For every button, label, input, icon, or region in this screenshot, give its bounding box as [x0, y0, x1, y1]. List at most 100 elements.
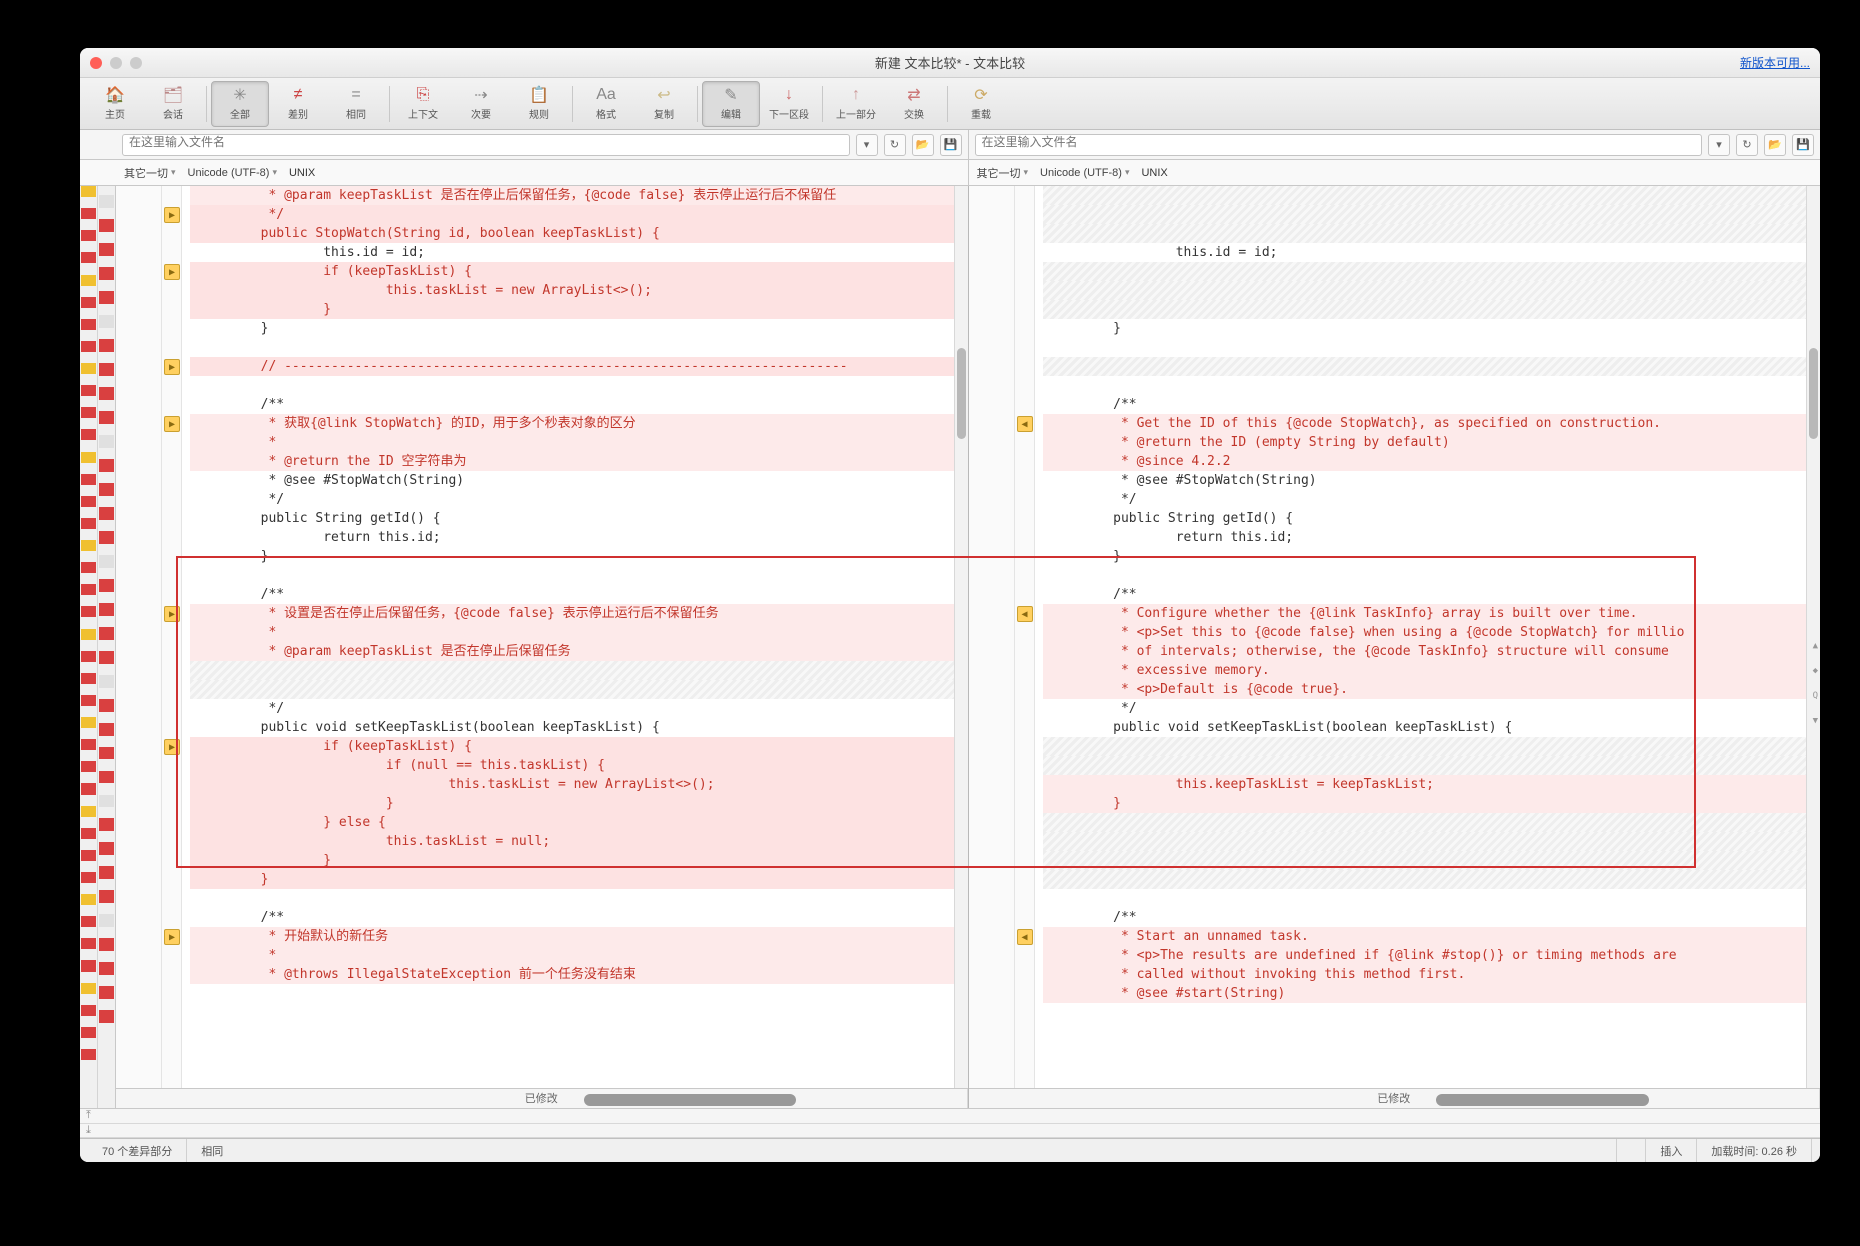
code-line[interactable]: * @throws IllegalStateException 前一个任务没有结… [190, 965, 954, 984]
toolbar-swap-button[interactable]: ⇄交换 [885, 81, 943, 127]
toolbar-diff-button[interactable]: ≠差别 [269, 81, 327, 127]
code-line[interactable]: } else { [190, 813, 954, 832]
code-line[interactable]: /** [190, 585, 954, 604]
code-line[interactable] [1043, 813, 1807, 832]
code-line[interactable] [1043, 889, 1807, 908]
code-line[interactable] [1043, 870, 1807, 889]
code-line[interactable]: * [190, 623, 954, 642]
code-line[interactable] [1043, 376, 1807, 395]
code-line[interactable]: } [190, 794, 954, 813]
code-line[interactable]: this.id = id; [1043, 243, 1807, 262]
toolbar-reload-button[interactable]: ⟳重载 [952, 81, 1010, 127]
code-line[interactable]: * 开始默认的新任务 [190, 927, 954, 946]
toolbar-prev-button[interactable]: ↑上一部分 [827, 81, 885, 127]
toolbar-next-button[interactable]: ↓下一区段 [760, 81, 818, 127]
toolbar-rules-button[interactable]: 📋规则 [510, 81, 568, 127]
merge-left-icon[interactable]: ⤒ [86, 1109, 91, 1122]
code-line[interactable] [1043, 186, 1807, 205]
diff-arrow-icon[interactable]: ▶ [164, 264, 180, 280]
left-open-icon[interactable]: 📂 [912, 134, 934, 156]
diff-arrow-icon[interactable]: ◀ [1017, 929, 1033, 945]
left-file-input[interactable] [122, 134, 850, 156]
code-line[interactable]: public void setKeepTaskList(boolean keep… [190, 718, 954, 737]
left-file-field[interactable] [129, 135, 843, 149]
code-line[interactable]: if (keepTaskList) { [190, 737, 954, 756]
code-line[interactable]: * @return the ID 空字符串为 [190, 452, 954, 471]
toolbar-context-button[interactable]: ⎘上下文 [394, 81, 452, 127]
left-scrollbar[interactable] [954, 186, 968, 1088]
code-line[interactable]: * @see #StopWatch(String) [1043, 471, 1807, 490]
code-line[interactable]: * Start an unnamed task. [1043, 927, 1807, 946]
code-line[interactable] [1043, 338, 1807, 357]
code-line[interactable]: * Get the ID of this {@code StopWatch}, … [1043, 414, 1807, 433]
right-file-field[interactable] [982, 135, 1696, 149]
left-dropdown-icon[interactable]: ▾ [856, 134, 878, 156]
code-line[interactable]: * Configure whether the {@link TaskInfo}… [1043, 604, 1807, 623]
toolbar-edit-button[interactable]: ✎编辑 [702, 81, 760, 127]
code-line[interactable] [1043, 832, 1807, 851]
toolbar-all-button[interactable]: ✳全部 [211, 81, 269, 127]
left-h-scrollbar[interactable] [584, 1094, 797, 1106]
right-file-input[interactable] [975, 134, 1703, 156]
code-line[interactable]: * @param keepTaskList 是否在停止后保留任务 [190, 642, 954, 661]
code-line[interactable]: */ [190, 205, 954, 224]
toolbar-same-button[interactable]: =相同 [327, 81, 385, 127]
code-line[interactable]: */ [1043, 490, 1807, 509]
code-line[interactable]: * [190, 946, 954, 965]
code-line[interactable]: return this.id; [190, 528, 954, 547]
code-line[interactable]: this.id = id; [190, 243, 954, 262]
code-line[interactable]: /** [190, 908, 954, 927]
code-line[interactable]: * <p>Set this to {@code false} when usin… [1043, 623, 1807, 642]
code-line[interactable]: this.taskList = new ArrayList<>(); [190, 775, 954, 794]
code-line[interactable] [1043, 357, 1807, 376]
code-line[interactable]: * of intervals; otherwise, the {@code Ta… [1043, 642, 1807, 661]
code-line[interactable] [1043, 205, 1807, 224]
toolbar-copy-button[interactable]: ↩复制 [635, 81, 693, 127]
code-line[interactable]: * [190, 433, 954, 452]
toolbar-session-button[interactable]: 🗂会话 [144, 81, 202, 127]
code-line[interactable]: * <p>The results are undefined if {@link… [1043, 946, 1807, 965]
code-line[interactable] [1043, 224, 1807, 243]
code-line[interactable]: /** [190, 395, 954, 414]
code-line[interactable]: // -------------------------------------… [190, 357, 954, 376]
left-filter-other[interactable]: 其它一切 [124, 165, 176, 181]
diff-arrow-icon[interactable]: ◀ [1017, 416, 1033, 432]
code-line[interactable]: * @see #StopWatch(String) [190, 471, 954, 490]
code-line[interactable] [190, 889, 954, 908]
code-line[interactable] [190, 661, 954, 680]
code-line[interactable]: public StopWatch(String id, boolean keep… [190, 224, 954, 243]
diff-arrow-icon[interactable]: ▶ [164, 606, 180, 622]
code-line[interactable]: this.taskList = null; [190, 832, 954, 851]
diff-arrow-icon[interactable]: ◀ [1017, 606, 1033, 622]
left-code-area[interactable]: * @param keepTaskList 是否在停止后保留任务，{@code … [116, 186, 968, 1088]
code-line[interactable]: public String getId() { [190, 509, 954, 528]
code-line[interactable]: } [190, 300, 954, 319]
code-line[interactable] [1043, 851, 1807, 870]
code-line[interactable]: if (null == this.taskList) { [190, 756, 954, 775]
code-line[interactable] [1043, 262, 1807, 281]
code-line[interactable] [190, 338, 954, 357]
code-line[interactable]: * 设置是否在停止后保留任务，{@code false} 表示停止运行后不保留任… [190, 604, 954, 623]
code-line[interactable]: if (keepTaskList) { [190, 262, 954, 281]
diff-arrow-icon[interactable]: ▶ [164, 207, 180, 223]
toolbar-format-button[interactable]: Aa格式 [577, 81, 635, 127]
code-line[interactable]: * @since 4.2.2 [1043, 452, 1807, 471]
code-line[interactable] [190, 566, 954, 585]
code-line[interactable]: public String getId() { [1043, 509, 1807, 528]
code-line[interactable] [1043, 737, 1807, 756]
diff-arrow-icon[interactable]: ▶ [164, 929, 180, 945]
code-line[interactable] [1043, 756, 1807, 775]
diff-arrow-icon[interactable]: ▶ [164, 739, 180, 755]
code-line[interactable]: } [1043, 547, 1807, 566]
right-h-scrollbar[interactable] [1436, 1094, 1649, 1106]
code-line[interactable]: */ [1043, 699, 1807, 718]
code-line[interactable]: } [1043, 794, 1807, 813]
right-filter-other[interactable]: 其它一切 [977, 165, 1029, 181]
right-filter-encoding[interactable]: Unicode (UTF-8) [1040, 167, 1129, 179]
code-line[interactable] [190, 376, 954, 395]
diff-arrow-icon[interactable]: ▶ [164, 359, 180, 375]
code-line[interactable]: /** [1043, 395, 1807, 414]
left-filter-encoding[interactable]: Unicode (UTF-8) [188, 167, 277, 179]
right-save-icon[interactable]: 💾 [1792, 134, 1814, 156]
code-line[interactable]: } [190, 870, 954, 889]
